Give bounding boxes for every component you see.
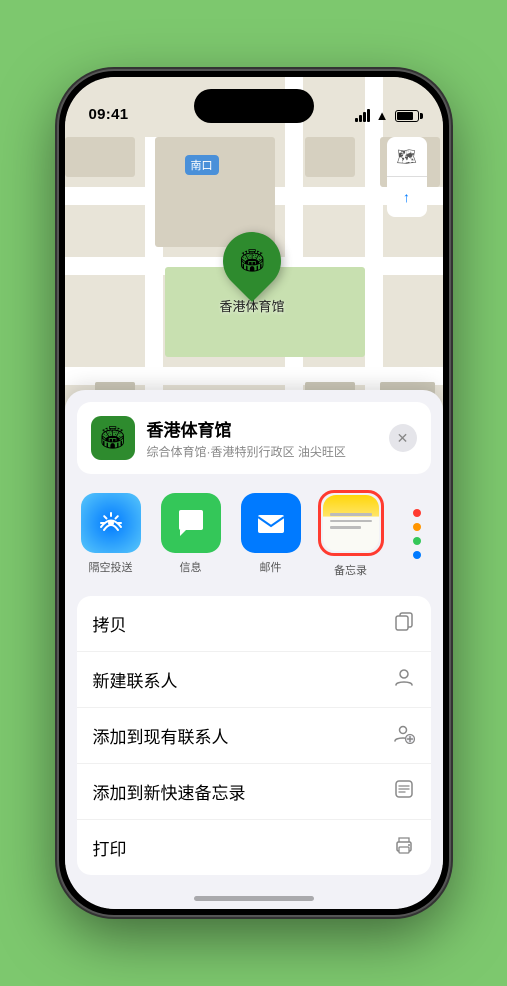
dynamic-island — [194, 89, 314, 123]
notes-line — [330, 526, 362, 529]
share-item-messages[interactable]: 信息 — [157, 493, 225, 575]
pin-icon: 🏟 — [238, 248, 266, 274]
notes-icon — [323, 495, 379, 551]
notes-line — [330, 513, 372, 516]
venue-card: 🏟 香港体育馆 综合体育馆·香港特别行政区 油尖旺区 ✕ — [77, 402, 431, 474]
home-bar — [194, 896, 314, 901]
venue-subtitle: 综合体育馆·香港特别行政区 油尖旺区 — [147, 443, 346, 460]
status-icons: ▲ — [355, 108, 419, 123]
close-button[interactable]: ✕ — [389, 424, 417, 452]
quick-note-label: 添加到新快速备忘录 — [93, 779, 246, 804]
share-item-more[interactable] — [397, 504, 437, 564]
notes-highlight — [318, 490, 384, 556]
phone-screen: 09:41 ▲ — [65, 77, 443, 909]
close-icon: ✕ — [397, 430, 409, 447]
location-button[interactable]: ↑ — [387, 177, 427, 217]
copy-label: 拷贝 — [93, 611, 127, 636]
more-dots — [397, 504, 437, 564]
print-label: 打印 — [93, 835, 127, 860]
action-copy[interactable]: 拷贝 — [77, 596, 431, 652]
dot-orange — [413, 523, 421, 531]
dot-blue — [413, 551, 421, 559]
share-item-mail[interactable]: 邮件 — [237, 493, 305, 575]
phone-frame: 09:41 ▲ — [59, 71, 449, 915]
venue-name: 香港体育馆 — [147, 416, 346, 441]
mail-icon — [241, 493, 301, 553]
signal-bar-2 — [359, 115, 362, 122]
battery-icon — [395, 110, 419, 122]
copy-icon — [393, 610, 415, 637]
signal-bars-icon — [355, 109, 370, 122]
venue-info: 🏟 香港体育馆 综合体育馆·香港特别行政区 油尖旺区 — [91, 416, 346, 460]
share-item-notes[interactable]: 备忘录 — [317, 490, 385, 578]
new-contact-label: 新建联系人 — [93, 667, 178, 692]
add-contact-icon — [393, 722, 415, 749]
action-print[interactable]: 打印 — [77, 820, 431, 875]
action-quick-note[interactable]: 添加到新快速备忘录 — [77, 764, 431, 820]
map-block — [305, 137, 355, 177]
signal-bar-3 — [363, 112, 366, 122]
location-label: 南口 — [185, 155, 219, 175]
signal-bar-1 — [355, 118, 358, 122]
map-type-button[interactable]: 🗺 — [387, 137, 427, 177]
status-time: 09:41 — [89, 106, 129, 123]
map-block — [65, 137, 135, 177]
messages-icon — [161, 493, 221, 553]
mail-label: 邮件 — [260, 559, 282, 575]
battery-fill — [397, 112, 413, 120]
location-label-text: 南口 — [191, 160, 213, 172]
new-contact-icon — [393, 666, 415, 693]
quick-note-icon — [393, 778, 415, 805]
signal-bar-4 — [367, 109, 370, 122]
notes-line — [330, 520, 372, 523]
venue-text: 香港体育馆 综合体育馆·香港特别行政区 油尖旺区 — [147, 416, 346, 460]
share-apps-row: 隔空投送 信息 — [65, 474, 443, 586]
action-list: 拷贝 新建联系人 — [77, 596, 431, 875]
map-block — [155, 137, 275, 247]
airdrop-icon — [81, 493, 141, 553]
action-new-contact[interactable]: 新建联系人 — [77, 652, 431, 708]
airdrop-label: 隔空投送 — [89, 559, 133, 575]
dot-red — [413, 509, 421, 517]
venue-app-icon: 🏟 — [91, 416, 135, 460]
home-indicator — [65, 875, 443, 909]
print-icon — [393, 834, 415, 861]
map-controls: 🗺 ↑ — [387, 137, 427, 217]
notes-label: 备忘录 — [334, 562, 367, 578]
add-contact-label: 添加到现有联系人 — [93, 723, 229, 748]
venue-pin[interactable]: 🏟 香港体育馆 — [220, 232, 285, 315]
wifi-icon: ▲ — [376, 108, 389, 123]
pin-circle: 🏟 — [211, 220, 293, 302]
share-item-airdrop[interactable]: 隔空投送 — [77, 493, 145, 575]
messages-label: 信息 — [180, 559, 202, 575]
dot-green — [413, 537, 421, 545]
bottom-sheet: 🏟 香港体育馆 综合体育馆·香港特别行政区 油尖旺区 ✕ — [65, 390, 443, 909]
action-add-to-contact[interactable]: 添加到现有联系人 — [77, 708, 431, 764]
